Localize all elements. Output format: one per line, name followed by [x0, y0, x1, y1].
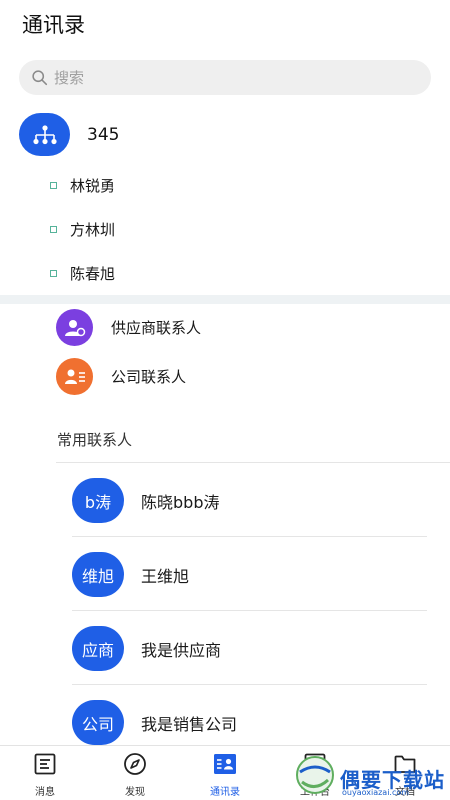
watermark-logo: 偶要下载站 ouyaoxiazai.com [292, 752, 450, 800]
search-bar[interactable] [19, 60, 431, 95]
contact-name: 我是销售公司 [141, 714, 238, 734]
department-item[interactable]: 方林圳 [50, 219, 115, 240]
contacts-page: 通讯录 345 林锐勇 方林圳 [0, 0, 450, 800]
search-input[interactable] [54, 68, 394, 87]
section-divider [0, 295, 450, 304]
watermark-globe-icon [296, 756, 334, 794]
divider [72, 684, 427, 685]
tab-contacts[interactable]: 通讯录 [195, 752, 255, 798]
divider [56, 462, 450, 463]
square-bullet-icon [50, 270, 57, 277]
department-item[interactable]: 陈春旭 [50, 263, 115, 284]
tab-discover[interactable]: 发现 [105, 752, 165, 798]
contact-item[interactable]: 应商 我是供应商 [72, 626, 221, 671]
tab-label: 消息 [35, 787, 55, 798]
contacts-icon [214, 754, 236, 774]
company-contact-icon [56, 358, 93, 395]
divider [72, 536, 427, 537]
contact-name: 王维旭 [141, 566, 190, 586]
compass-icon [124, 753, 146, 775]
divider [72, 610, 427, 611]
watermark-subtext: ouyaoxiazai.com [342, 788, 410, 797]
org-name: 345 [87, 124, 120, 145]
page-title: 通讯录 [22, 13, 85, 37]
contact-name: 我是供应商 [141, 640, 222, 660]
contact-name: 陈晓bbb涛 [141, 492, 220, 512]
department-item[interactable]: 林锐勇 [50, 175, 115, 196]
avatar: 公司 [72, 700, 124, 745]
org-row[interactable]: 345 [19, 113, 119, 156]
contact-item[interactable]: 公司 我是销售公司 [72, 700, 237, 745]
department-name: 陈春旭 [70, 265, 116, 283]
org-chart-icon [19, 113, 70, 156]
contact-item[interactable]: 维旭 王维旭 [72, 552, 189, 597]
supplier-contacts-entry[interactable]: 供应商联系人 [56, 309, 201, 346]
avatar: b涛 [72, 478, 124, 523]
contact-item[interactable]: b涛 陈晓bbb涛 [72, 478, 219, 523]
department-name: 林锐勇 [70, 177, 116, 195]
avatar: 维旭 [72, 552, 124, 597]
square-bullet-icon [50, 182, 57, 189]
message-icon [34, 753, 56, 775]
tab-messages[interactable]: 消息 [15, 752, 75, 798]
avatar: 应商 [72, 626, 124, 671]
tab-label: 发现 [125, 787, 145, 798]
tab-label: 通讯录 [210, 787, 240, 798]
supplier-contact-icon [56, 309, 93, 346]
entry-label: 公司联系人 [111, 368, 187, 386]
department-name: 方林圳 [70, 221, 116, 239]
entry-label: 供应商联系人 [111, 319, 202, 337]
search-icon [32, 70, 48, 86]
frequent-contacts-title: 常用联系人 [57, 431, 133, 449]
square-bullet-icon [50, 226, 57, 233]
company-contacts-entry[interactable]: 公司联系人 [56, 358, 186, 395]
